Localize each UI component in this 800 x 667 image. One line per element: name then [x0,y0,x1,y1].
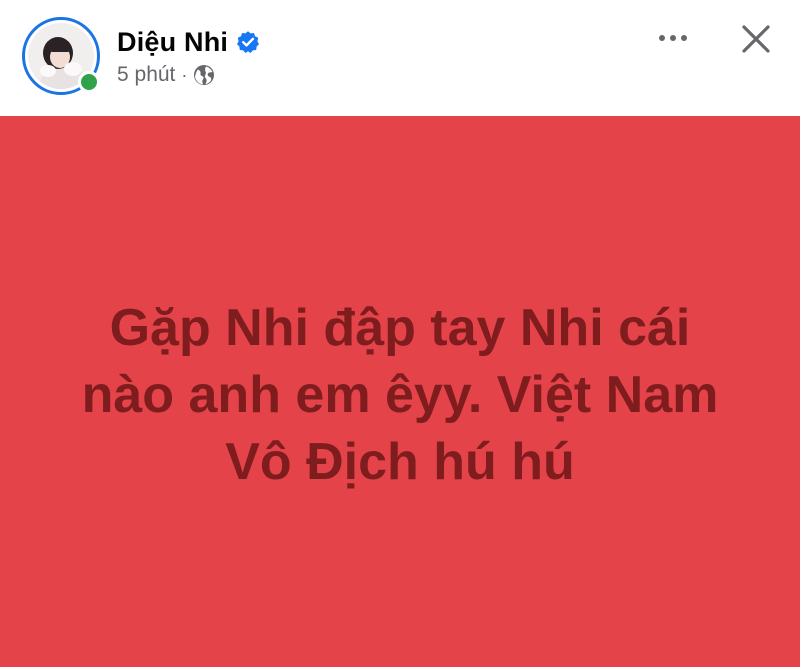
verified-badge-icon [236,30,260,54]
author-name[interactable]: Diệu Nhi [117,27,228,58]
post-text: Gặp Nhi đập tay Nhi cái nào anh em êyy. … [81,299,719,491]
post-content-background: Gặp Nhi đập tay Nhi cái nào anh em êyy. … [0,116,800,667]
more-icon-dot [670,35,676,41]
more-icon-dot [681,35,687,41]
meta-separator: · [181,64,188,85]
avatar[interactable] [22,17,100,95]
facebook-post: Diệu Nhi 5 phút · Gặp Nhi đập tay Nhi cá… [0,0,800,667]
more-options-button[interactable] [648,18,698,58]
post-meta: 5 phút · [117,61,215,89]
online-status-indicator [78,71,100,93]
globe-icon[interactable] [193,64,215,86]
close-icon [742,25,770,53]
post-timestamp[interactable]: 5 phút [117,63,175,87]
author-row: Diệu Nhi [117,24,260,60]
more-icon [659,35,665,41]
post-header: Diệu Nhi 5 phút · [0,0,800,116]
close-button[interactable] [733,16,779,62]
